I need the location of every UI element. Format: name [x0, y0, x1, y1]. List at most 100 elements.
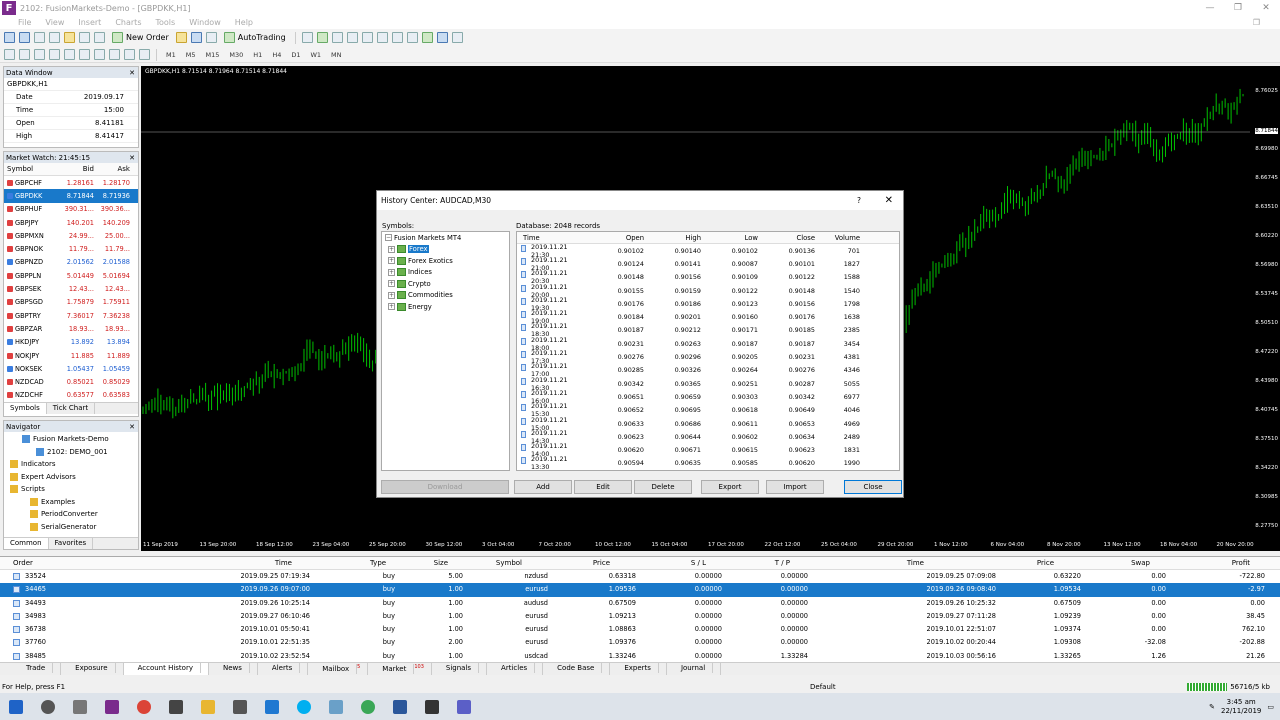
column-header[interactable]: Profit [1232, 559, 1250, 567]
tab-symbols[interactable]: Symbols [4, 403, 47, 415]
market-watch-row[interactable]: GBPNOK 11.79... 11.79... [4, 242, 138, 255]
history-row[interactable]: 36738 2019.10.01 05:50:41 buy 1.00 eurusd 1.0… [0, 623, 1280, 636]
import-button[interactable]: Import [766, 480, 824, 494]
text-icon[interactable] [109, 49, 120, 60]
vertical-line-icon[interactable] [34, 49, 45, 60]
clock[interactable]: 3:45 am 22/11/2019 [1221, 698, 1261, 716]
tree-item[interactable]: − Fusion Markets MT4 [382, 232, 509, 244]
tab-experts[interactable]: Experts [610, 663, 667, 675]
menu-help[interactable]: Help [235, 18, 253, 27]
app-icon[interactable] [329, 699, 343, 714]
tab-tick-chart[interactable]: Tick Chart [47, 403, 96, 415]
tab-account-history[interactable]: Account History [123, 663, 209, 675]
add-button[interactable]: Add [514, 480, 572, 494]
tree-item[interactable]: + Forex Exotics [382, 255, 509, 267]
column-header[interactable]: Time [907, 559, 924, 567]
close-icon[interactable]: ✕ [129, 423, 135, 431]
bar-chart-icon[interactable] [301, 32, 313, 43]
chrome-icon[interactable] [137, 699, 151, 714]
new-chart-icon[interactable] [4, 32, 15, 43]
teams-icon[interactable] [457, 699, 471, 714]
menu-file[interactable]: File [18, 18, 31, 27]
restore-child-icon[interactable]: ❐ [1253, 18, 1260, 27]
market-watch-row[interactable]: GBPJPY 140.201 140.209 [4, 216, 138, 229]
expand-icon[interactable]: + [388, 268, 395, 276]
cursor-icon[interactable] [4, 49, 15, 60]
arrows-icon[interactable] [139, 49, 150, 60]
history-row[interactable]: 34983 2019.09.27 06:10:46 buy 1.00 eurusd 1.0… [0, 610, 1280, 623]
task-view-icon[interactable] [73, 699, 87, 714]
tab-exposure[interactable]: Exposure [61, 663, 124, 675]
market-watch-row[interactable]: HKDJPY 13.892 13.894 [4, 336, 138, 349]
candlestick-icon[interactable] [316, 32, 328, 43]
tab-trade[interactable]: Trade [12, 663, 62, 675]
tree-item[interactable]: + Crypto [382, 278, 509, 290]
tree-item[interactable]: + Forex [382, 244, 509, 256]
navigator-item[interactable]: Expert Advisors [4, 471, 138, 484]
zoom-in-icon[interactable] [346, 32, 358, 43]
menu-charts[interactable]: Charts [115, 18, 141, 27]
metaeditor-icon[interactable] [175, 32, 187, 43]
new-order-button[interactable]: New Order [109, 31, 172, 45]
timeframe-w1[interactable]: W1 [307, 51, 324, 59]
collapse-icon[interactable]: − [385, 234, 392, 242]
market-watch-row[interactable]: NZDCHF 0.63577 0.63583 [4, 389, 138, 402]
tab-signals[interactable]: Signals [432, 663, 488, 675]
edge-icon[interactable] [265, 699, 279, 714]
tree-item[interactable]: + Commodities [382, 290, 509, 302]
store-icon[interactable] [169, 699, 183, 714]
tab-mailbox[interactable]: Mailbox 5 [308, 663, 369, 675]
mail-icon[interactable] [233, 699, 247, 714]
zoom-out-icon[interactable] [361, 32, 373, 43]
edit-button[interactable]: Edit [574, 480, 632, 494]
tab-articles[interactable]: Articles [487, 663, 544, 675]
navigator-item[interactable]: SerialGenerator [4, 521, 138, 534]
horizontal-line-icon[interactable] [49, 49, 60, 60]
market-watch-row[interactable]: GBPNZD 2.01562 2.01588 [4, 256, 138, 269]
timeframe-mn[interactable]: MN [328, 51, 344, 59]
market-watch-row[interactable]: GBPTRY 7.36017 7.36238 [4, 309, 138, 322]
column-header[interactable]: Order [13, 559, 33, 567]
navigator-item[interactable]: 2102: DEMO_001 [4, 446, 138, 459]
market-watch-row[interactable]: NOKSEK 1.05437 1.05459 [4, 362, 138, 375]
market-watch-icon[interactable] [34, 32, 45, 43]
timeframe-h1[interactable]: H1 [250, 51, 265, 59]
lock-icon[interactable] [190, 32, 202, 43]
notifications-icon[interactable]: ▭ [1267, 703, 1274, 711]
history-row[interactable]: 37760 2019.10.01 22:51:35 buy 2.00 eurusd 1.0… [0, 636, 1280, 649]
close-icon[interactable]: ✕ [129, 69, 135, 77]
label-icon[interactable] [124, 49, 135, 60]
navigator-icon[interactable] [64, 32, 75, 43]
delete-button[interactable]: Delete [634, 480, 692, 494]
signals-icon[interactable] [205, 32, 217, 43]
market-watch-row[interactable]: GBPSGD 1.75879 1.75911 [4, 296, 138, 309]
market-watch-row[interactable]: GBPZAR 18.93... 18.93... [4, 322, 138, 335]
timeframe-m30[interactable]: M30 [226, 51, 246, 59]
export-button[interactable]: Export [701, 480, 759, 494]
templates-icon[interactable] [451, 32, 463, 43]
navigator-item[interactable]: Scripts [4, 483, 138, 496]
tab-code-base[interactable]: Code Base [543, 663, 611, 675]
word-icon[interactable] [393, 699, 407, 714]
timeframe-m1[interactable]: M1 [163, 51, 179, 59]
indicators-icon[interactable] [421, 32, 433, 43]
tab-common[interactable]: Common [4, 538, 49, 549]
column-header[interactable]: Price [593, 559, 610, 567]
timeframe-m5[interactable]: M5 [183, 51, 199, 59]
expand-icon[interactable]: + [388, 245, 395, 253]
timeframe-d1[interactable]: D1 [288, 51, 303, 59]
market-watch-row[interactable]: GBPHUF 390.31... 390.36... [4, 203, 138, 216]
restore-icon[interactable]: ❐ [1224, 3, 1252, 13]
periods-icon[interactable] [436, 32, 448, 43]
close-icon[interactable]: ✕ [885, 195, 893, 206]
fusion-markets-icon[interactable] [105, 699, 119, 714]
search-icon[interactable] [41, 699, 55, 714]
navigator-item[interactable]: Examples [4, 496, 138, 509]
fibonacci-icon[interactable] [94, 49, 105, 60]
tile-windows-icon[interactable] [376, 32, 388, 43]
line-chart-icon[interactable] [331, 32, 343, 43]
tab-journal[interactable]: Journal [667, 663, 722, 675]
pen-icon[interactable]: ✎ [1209, 703, 1215, 711]
column-header[interactable]: Symbol [496, 559, 522, 567]
file-explorer-icon[interactable] [201, 699, 215, 714]
